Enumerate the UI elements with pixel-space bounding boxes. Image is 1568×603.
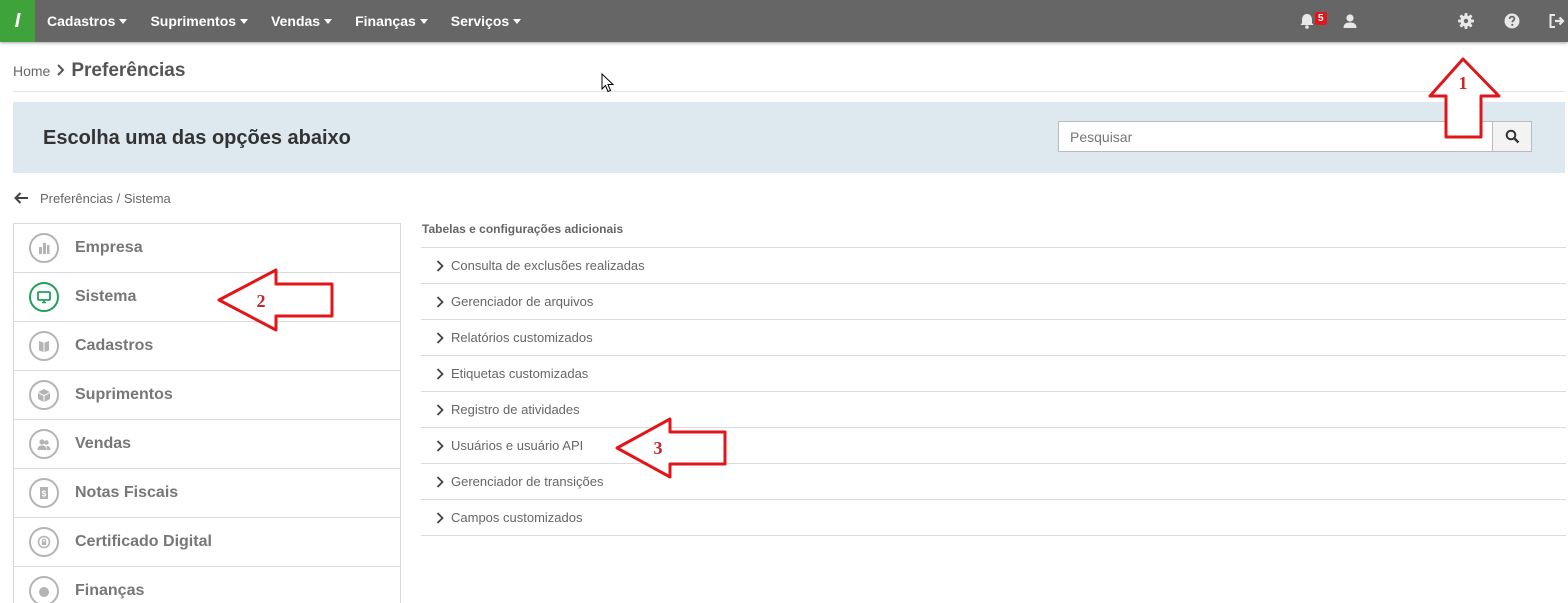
sidebar-item-vendas[interactable]: Vendas xyxy=(14,420,400,469)
top-navbar: I Cadastros Suprimentos Vendas Finanças … xyxy=(0,0,1568,42)
sidebar-item-suprimentos[interactable]: Suprimentos xyxy=(14,371,400,420)
annotation-label-3: 3 xyxy=(654,438,663,458)
options-banner: Escolha uma das opções abaixo xyxy=(13,102,1565,173)
menu-cadastros[interactable]: Cadastros xyxy=(47,13,128,29)
sidebar-item-empresa[interactable]: Empresa xyxy=(14,224,400,273)
section-title: Tabelas e configurações adicionais xyxy=(422,222,624,236)
chevron-right-icon xyxy=(57,64,65,76)
invoice-icon: $ xyxy=(29,478,59,508)
chevron-right-icon xyxy=(436,295,444,308)
menu-label: Cadastros xyxy=(47,13,116,29)
menu-label: Serviços xyxy=(450,13,510,29)
certificate-icon xyxy=(29,527,59,557)
menu-label: Suprimentos xyxy=(150,13,237,29)
menu-label: Vendas xyxy=(271,13,321,29)
gear-icon[interactable] xyxy=(1456,11,1476,31)
bell-icon[interactable] xyxy=(1297,11,1317,31)
caret-down-icon xyxy=(324,18,333,24)
chevron-right-icon xyxy=(436,331,444,344)
monitor-icon xyxy=(29,282,59,312)
sidebar-item-label: Cadastros xyxy=(75,337,154,354)
box-icon xyxy=(29,380,59,410)
svg-text:$: $ xyxy=(42,490,47,499)
app-logo[interactable]: I xyxy=(0,0,35,42)
breadcrumb-home-link[interactable]: Home xyxy=(13,63,50,79)
list-item[interactable]: Consulta de exclusões realizadas xyxy=(421,248,1566,284)
settings-list: Consulta de exclusões realizadas Gerenci… xyxy=(421,247,1566,536)
divider xyxy=(13,91,1565,92)
annotation-label-2: 2 xyxy=(257,291,266,311)
chevron-right-icon xyxy=(436,367,444,380)
list-item[interactable]: Usuários e usuário API xyxy=(421,428,1566,464)
list-item-label: Campos customizados xyxy=(451,510,583,525)
list-item-label: Registro de atividades xyxy=(451,402,580,417)
caret-down-icon xyxy=(240,18,249,24)
notification-badge: 5 xyxy=(1315,12,1327,25)
sidebar-item-label: Sistema xyxy=(75,288,137,305)
sidebar-item-sistema[interactable]: Sistema xyxy=(14,273,400,322)
help-icon[interactable] xyxy=(1502,11,1522,31)
mouse-cursor xyxy=(601,73,615,93)
annotation-arrow-3: 3 xyxy=(615,417,727,479)
list-item[interactable]: Registro de atividades xyxy=(421,392,1566,428)
sidebar-item-label: Certificado Digital xyxy=(75,533,212,550)
list-item[interactable]: Gerenciador de arquivos xyxy=(421,284,1566,320)
chevron-right-icon xyxy=(436,511,444,524)
sidebar-item-label: Vendas xyxy=(75,435,132,452)
sidebar-item-cadastros[interactable]: Cadastros xyxy=(14,322,400,371)
list-item-label: Consulta de exclusões realizadas xyxy=(451,258,645,273)
list-item-label: Gerenciador de transições xyxy=(451,474,604,489)
building-icon xyxy=(29,233,59,263)
sidebar-item-label: Suprimentos xyxy=(75,386,173,403)
book-icon xyxy=(29,331,59,361)
sidebar-item-label: Notas Fiscais xyxy=(75,484,179,501)
annotation-arrow-1: 1 xyxy=(1428,57,1501,139)
breadcrumb: Home Preferências xyxy=(13,60,185,82)
main-menu: Cadastros Suprimentos Vendas Finanças Se… xyxy=(47,0,544,42)
banner-title: Escolha uma das opções abaixo xyxy=(43,127,351,149)
list-item[interactable]: Relatórios customizados xyxy=(421,320,1566,356)
people-icon xyxy=(29,429,59,459)
back-arrow-icon[interactable] xyxy=(13,190,29,206)
sidebar-item-label: Empresa xyxy=(75,239,143,256)
logout-icon[interactable] xyxy=(1547,11,1567,31)
chevron-right-icon xyxy=(436,259,444,272)
sidebar-item-financas[interactable]: Finanças xyxy=(14,567,400,603)
list-item[interactable]: Campos customizados xyxy=(421,500,1566,536)
list-item-label: Relatórios customizados xyxy=(451,330,593,345)
search-icon xyxy=(1505,129,1519,144)
finance-icon xyxy=(29,576,59,603)
annotation-label-1: 1 xyxy=(1459,73,1468,93)
sidebar-item-notas-fiscais[interactable]: $ Notas Fiscais xyxy=(14,469,400,518)
caret-down-icon xyxy=(419,18,428,24)
preferences-sidebar: Empresa Sistema Cadastros Suprimentos Ve… xyxy=(13,223,401,603)
sidebar-item-certificado-digital[interactable]: Certificado Digital xyxy=(14,518,400,567)
chevron-right-icon xyxy=(436,439,444,452)
user-icon[interactable] xyxy=(1340,11,1360,31)
menu-servicos[interactable]: Serviços xyxy=(450,13,522,29)
menu-label: Finanças xyxy=(355,13,416,29)
list-item[interactable]: Etiquetas customizadas xyxy=(421,356,1566,392)
list-item-label: Etiquetas customizadas xyxy=(451,366,589,381)
subnav-path: Preferências / Sistema xyxy=(40,190,171,206)
list-item-label: Usuários e usuário API xyxy=(451,438,584,453)
menu-vendas[interactable]: Vendas xyxy=(271,13,333,29)
page-title: Preferências xyxy=(71,60,186,81)
menu-financas[interactable]: Finanças xyxy=(355,13,428,29)
chevron-right-icon xyxy=(436,403,444,416)
annotation-arrow-2: 2 xyxy=(217,268,334,332)
chevron-right-icon xyxy=(436,475,444,488)
menu-suprimentos[interactable]: Suprimentos xyxy=(150,13,249,29)
list-item-label: Gerenciador de arquivos xyxy=(451,294,594,309)
sidebar-item-label: Finanças xyxy=(75,582,145,599)
subnav: Preferências / Sistema xyxy=(13,190,171,206)
caret-down-icon xyxy=(119,18,128,24)
list-item[interactable]: Gerenciador de transições xyxy=(421,464,1566,500)
caret-down-icon xyxy=(513,18,522,24)
